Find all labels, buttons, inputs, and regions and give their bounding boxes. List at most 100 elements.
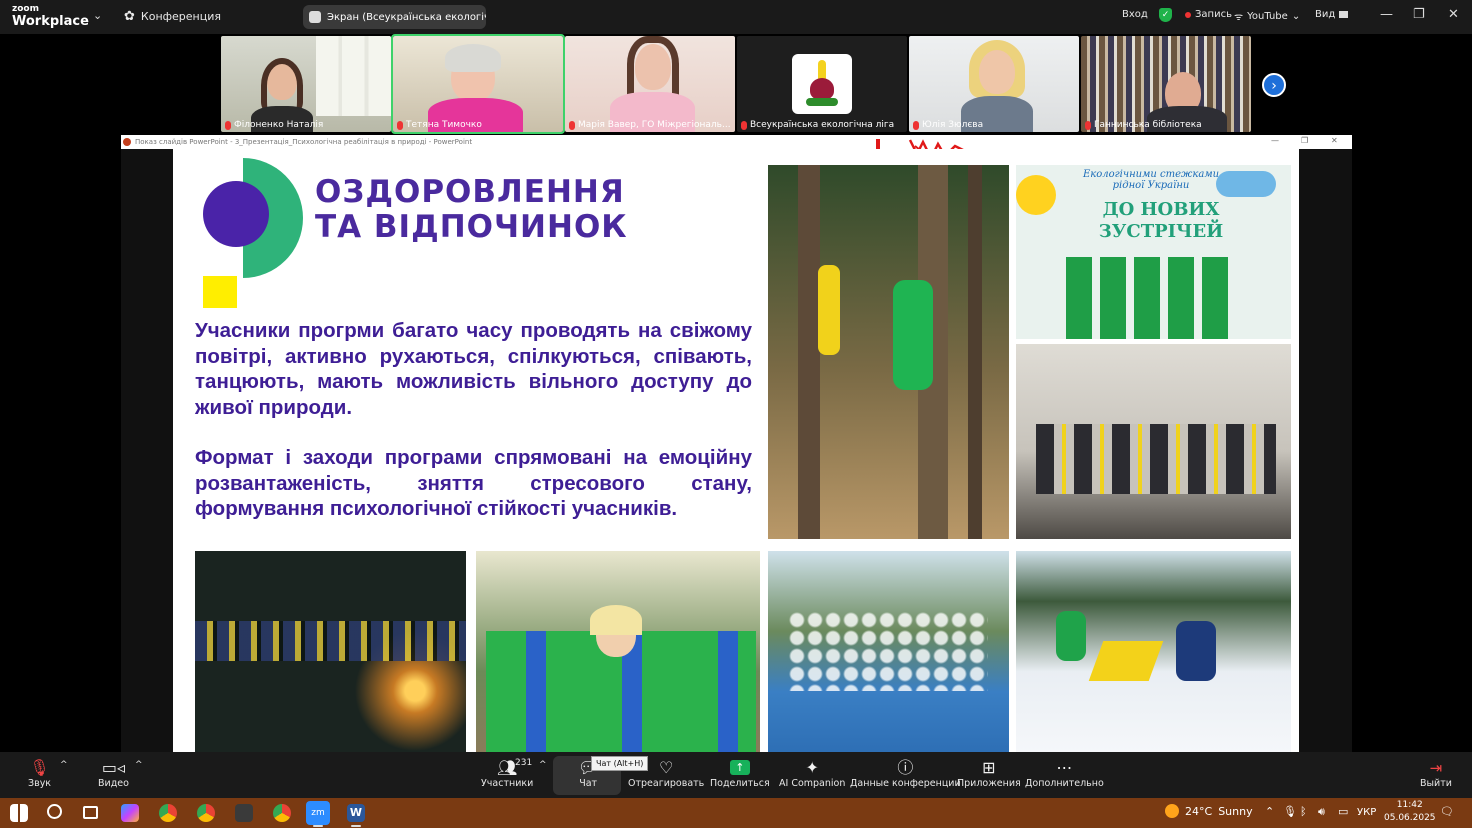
copilot-icon[interactable]	[121, 804, 139, 822]
close-icon[interactable]: ✕	[1448, 7, 1459, 22]
meeting-info-button[interactable]: ⓘ Данные конференции	[850, 758, 961, 789]
muted-mic-icon	[913, 120, 919, 130]
sparkle-icon: ✦	[805, 758, 819, 777]
participants-label: Участники	[481, 778, 534, 789]
info-icon: ⓘ	[897, 758, 914, 777]
clock-date: 05.06.2025	[1384, 813, 1436, 823]
volume-icon[interactable]: 🔊︎	[1318, 805, 1325, 819]
security-shield-icon[interactable]: ✓	[1159, 8, 1172, 22]
search-icon[interactable]	[47, 804, 62, 819]
leave-button[interactable]: ⇥ Выйти	[1420, 758, 1452, 789]
bluetooth-icon[interactable]: ᛒ	[1300, 805, 1307, 818]
photo-forest-tree-hug	[768, 165, 1009, 539]
word-icon[interactable]: W	[347, 804, 365, 822]
chrome-profile2-icon[interactable]	[273, 804, 291, 822]
task-view-icon[interactable]	[83, 806, 98, 819]
leave-icon: ⇥	[1429, 759, 1443, 777]
calculator-icon[interactable]	[235, 804, 253, 822]
clock[interactable]: 11:42 05.06.2025	[1384, 799, 1436, 825]
participant-name-label: Тетяна Тимочко	[406, 120, 482, 130]
participant-name-label: Юлія Зюлєва	[922, 120, 984, 130]
participant-tile[interactable]: Юлія Зюлєва	[909, 36, 1079, 132]
react-label: Отреагировать	[628, 778, 705, 789]
more-button[interactable]: ⋯ Дополнительно	[1025, 758, 1104, 789]
language-indicator[interactable]: УКР	[1357, 807, 1376, 818]
share-label: Поделиться	[710, 778, 770, 789]
youtube-label: YouTube	[1247, 10, 1288, 22]
grid-icon	[1339, 11, 1349, 18]
participant-tile[interactable]: Всеукраїнська екологічна ліга	[737, 36, 907, 132]
participant-tile[interactable]: Марія Вавер, ГО Міжрегіональ...	[565, 36, 735, 132]
chrome-icon[interactable]	[159, 804, 177, 822]
video-options-caret[interactable]: ^	[135, 760, 143, 770]
chevron-up-icon[interactable]: ⌃	[1265, 805, 1274, 818]
banner-line1: Екологічними стежками	[1082, 169, 1220, 180]
signin-label: Вход	[1122, 9, 1148, 20]
participant-tile[interactable]: Філоненко Наталія	[221, 36, 391, 132]
microphone-icon[interactable]: 🎙︎	[1283, 805, 1297, 818]
chevron-down-icon: ⌄	[1291, 10, 1301, 22]
minimize-icon: —	[1271, 136, 1279, 145]
leave-label: Выйти	[1420, 778, 1452, 789]
zoom-app-icon[interactable]: zm	[306, 801, 330, 825]
view-button[interactable]: Вид	[1315, 9, 1349, 20]
apps-label: Приложения	[957, 778, 1021, 789]
slide-paragraph-2: Формат і заходи програми спрямовані на е…	[195, 446, 752, 521]
record-button[interactable]: Запись	[1185, 9, 1232, 20]
weather-condition: Sunny	[1218, 804, 1253, 818]
restore-icon[interactable]: ❐	[1413, 7, 1425, 22]
zoom-workplace-logo[interactable]: zoom Workplace	[12, 5, 89, 29]
participant-tile[interactable]: Ганнинська бібліотека	[1081, 36, 1251, 132]
wifi-icon: ᯤ	[1234, 12, 1244, 23]
audio-button[interactable]: 🎙︎ Звук	[28, 758, 51, 789]
paw-icon: ✿	[124, 9, 135, 24]
participant-tile-speaking[interactable]: Тетяна Тимочко	[391, 34, 565, 134]
screen-share-pill[interactable]: Экран (Всеукраїнська екологічн •••	[303, 5, 486, 29]
signin-button[interactable]: Вход	[1122, 9, 1148, 20]
youtube-button[interactable]: ᯤ YouTube ⌄	[1234, 9, 1301, 24]
apps-button[interactable]: ⊞ Приложения	[957, 758, 1021, 789]
apps-icon: ⊞	[982, 758, 996, 777]
chat-label: Чат	[579, 778, 598, 789]
video-camera-icon: ▭◃	[101, 758, 126, 777]
banner-line2: рідної України	[1112, 180, 1190, 191]
photo-kids-exercise	[476, 551, 760, 752]
ai-companion-button[interactable]: ✦ AI Companion	[779, 758, 845, 789]
share-source-icon	[309, 11, 321, 23]
ppt-window-title: Показ слайдів PowerPoint - 3_Презентація…	[135, 138, 473, 146]
share-button[interactable]: ↑ Поделиться	[710, 758, 770, 789]
weather-widget[interactable]: 24°C Sunny	[1165, 804, 1253, 818]
heart-icon: ♡	[658, 758, 674, 777]
chevron-right-icon: ›	[1271, 78, 1277, 94]
participant-name-label: Філоненко Наталія	[234, 120, 324, 130]
participant-name-label: Всеукраїнська екологічна ліга	[750, 120, 895, 130]
photo-campfire	[195, 551, 466, 752]
network-icon[interactable]: ▭	[1338, 805, 1348, 818]
audio-options-caret[interactable]: ^	[60, 760, 68, 770]
participant-name-label: Ганнинська бібліотека	[1094, 120, 1202, 130]
muted-mic-icon	[1085, 120, 1091, 130]
next-page-button[interactable]: ›	[1262, 73, 1286, 97]
view-label: Вид	[1315, 9, 1336, 20]
zoom-top-bar: zoom Workplace ⌄ ✿ Конференция Экран (Вс…	[0, 0, 1472, 34]
more-icon: ⋯	[1056, 758, 1073, 777]
slide-title-line2: ТА ВІДПОЧИНОК	[315, 209, 628, 245]
conference-menu[interactable]: ✿ Конференция	[124, 9, 221, 24]
screen-share-label: Экран (Всеукраїнська екологічн	[327, 11, 486, 23]
start-icon[interactable]	[10, 804, 28, 822]
muted-mic-icon	[569, 120, 575, 130]
program-logo	[203, 158, 303, 308]
chevron-down-icon[interactable]: ⌄	[93, 9, 102, 22]
mic-muted-icon: 🎙︎	[29, 758, 50, 777]
video-button[interactable]: ▭◃ Видео	[98, 758, 129, 789]
more-label: Дополнительно	[1025, 778, 1104, 789]
slide-title-line1: ОЗДОРОВЛЕННЯ	[315, 174, 625, 210]
slide-paragraph-1: Учасники прогрми багато часу проводять н…	[195, 319, 752, 420]
minimize-icon[interactable]: —	[1380, 7, 1393, 22]
notifications-icon[interactable]: 🗨︎	[1440, 805, 1454, 818]
chrome-profile-icon[interactable]	[197, 804, 215, 822]
slide: ОЗДОРОВЛЕННЯ ТА ВІДПОЧИНОК Учасники прог…	[173, 149, 1299, 752]
react-button[interactable]: ♡ Отреагировать	[628, 758, 704, 789]
participants-options-caret[interactable]: ^	[539, 760, 547, 770]
banner-line3: ДО НОВИХ	[1102, 199, 1220, 220]
